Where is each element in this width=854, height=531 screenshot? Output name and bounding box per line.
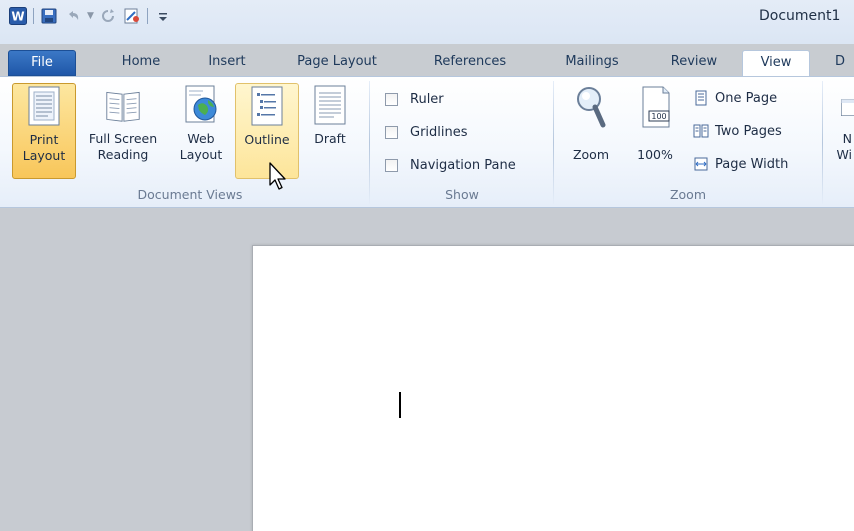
web-layout-label-1: Web [187, 131, 215, 146]
undo-dropdown-icon[interactable]: ▼ [87, 11, 94, 21]
page-width-label: Page Width [715, 156, 789, 172]
draft-icon [314, 85, 346, 125]
group-separator [822, 81, 823, 205]
new-window-icon [841, 99, 854, 116]
undo-icon[interactable] [63, 6, 83, 26]
print-layout-label-1: Print [29, 132, 59, 147]
one-page-label: One Page [715, 90, 778, 106]
tab-developer[interactable]: D [826, 50, 854, 76]
full-screen-label-2: Reading [97, 147, 149, 162]
ribbon-tabs: File Home Insert Page Layout References … [0, 44, 854, 77]
zoom-label: Zoom [572, 147, 610, 162]
zoom-100-button[interactable]: 100 100% [626, 83, 684, 179]
svg-text:W: W [11, 10, 24, 24]
outline-label: Outline [244, 132, 290, 147]
customize-qat-icon[interactable] [153, 6, 173, 26]
web-layout-icon [185, 85, 217, 123]
text-caret [399, 392, 401, 418]
page-width-button[interactable]: Page Width [693, 153, 788, 175]
draft-label: Draft [314, 131, 346, 146]
two-pages-icon [693, 124, 709, 138]
redo-icon[interactable] [98, 6, 118, 26]
quick-access-toolbar: W ▼ [8, 6, 177, 26]
tab-review[interactable]: Review [660, 50, 728, 76]
title-bar: W ▼ Document1 [0, 0, 854, 44]
zoom-100-label: 100% [637, 147, 673, 162]
print-layout-label-2: Layout [22, 148, 66, 163]
tab-file[interactable]: File [8, 50, 76, 76]
tab-page-layout[interactable]: Page Layout [283, 50, 391, 76]
gridlines-label: Gridlines [410, 124, 468, 140]
web-layout-button[interactable]: Web Layout [170, 83, 232, 179]
navigation-pane-checkbox[interactable]: Navigation Pane [385, 154, 516, 176]
tab-mailings[interactable]: Mailings [548, 50, 636, 76]
navigation-pane-label: Navigation Pane [410, 157, 516, 173]
ruler-checkbox[interactable]: Ruler [385, 88, 444, 110]
tab-references[interactable]: References [420, 50, 520, 76]
web-layout-label-2: Layout [179, 147, 223, 162]
qat-separator [33, 8, 34, 24]
tab-home[interactable]: Home [108, 50, 174, 76]
save-icon[interactable] [39, 6, 59, 26]
zoom-group-label: Zoom [669, 187, 707, 202]
document-views-group-label: Document Views [137, 187, 243, 202]
page-width-icon [694, 157, 708, 171]
show-group-label: Show [445, 187, 479, 202]
new-window-label-2: Wi [836, 147, 852, 162]
ruler-checkbox-box[interactable] [385, 92, 398, 106]
full-screen-reading-button[interactable]: Full Screen Reading [80, 83, 166, 179]
zoom-100-icon-text: 100 [651, 112, 666, 121]
new-window-button[interactable]: N Wi [826, 83, 854, 179]
tab-view[interactable]: View [742, 50, 810, 77]
print-layout-button[interactable]: Print Layout [12, 83, 76, 179]
full-screen-reading-icon [106, 91, 140, 122]
navigation-pane-checkbox-box[interactable] [385, 158, 398, 172]
document-page[interactable] [252, 245, 854, 531]
document-area[interactable] [0, 209, 854, 531]
mouse-cursor-icon [269, 162, 286, 190]
one-page-button[interactable]: One Page [693, 87, 777, 109]
full-screen-label-1: Full Screen [88, 131, 158, 146]
ribbon-view: Print Layout Full Screen Reading Web Lay… [0, 76, 854, 208]
window-title: Document1 [759, 8, 841, 24]
two-pages-label: Two Pages [715, 123, 782, 139]
print-layout-icon [28, 86, 60, 126]
zoom-100-icon: 100 [642, 86, 670, 128]
ruler-label: Ruler [410, 91, 444, 107]
one-page-icon [695, 90, 707, 106]
print-preview-icon[interactable] [122, 6, 142, 26]
outline-icon [251, 86, 283, 126]
word-logo-icon[interactable]: W [8, 6, 28, 26]
two-pages-button[interactable]: Two Pages [693, 120, 782, 142]
zoom-magnifier-icon [577, 87, 606, 128]
gridlines-checkbox[interactable]: Gridlines [385, 121, 468, 143]
zoom-button[interactable]: Zoom [562, 83, 620, 179]
tab-insert[interactable]: Insert [192, 50, 262, 76]
draft-button[interactable]: Draft [302, 83, 358, 179]
new-window-label-1: N [842, 131, 852, 146]
qat-separator [146, 8, 148, 24]
gridlines-checkbox-box[interactable] [385, 125, 398, 139]
